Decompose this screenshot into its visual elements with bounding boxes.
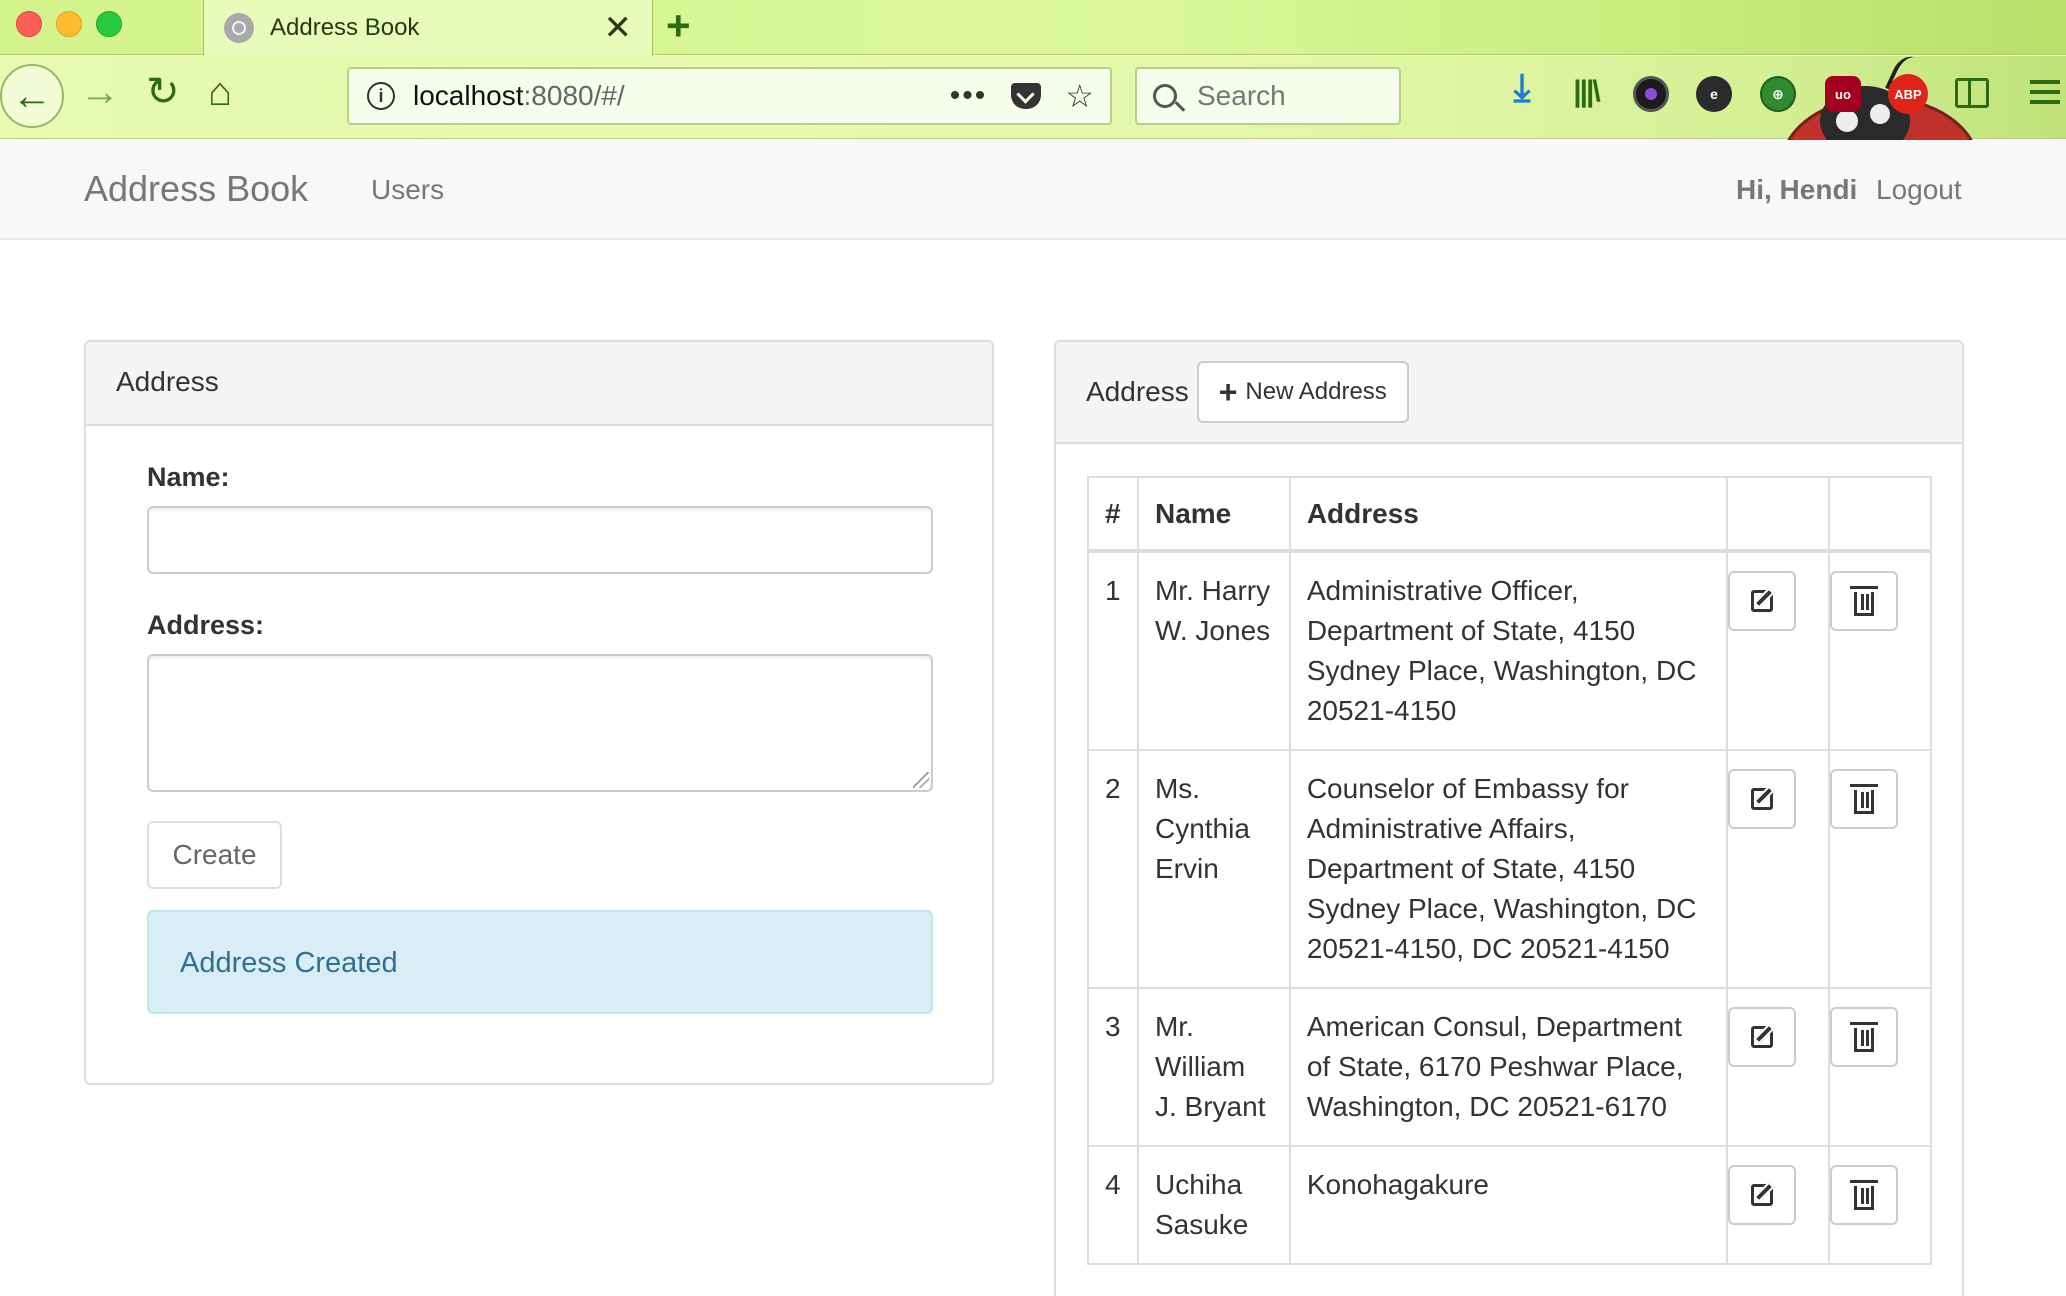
column-header-name: Name [1136, 476, 1291, 553]
tab-close-icon[interactable]: ✕ [604, 11, 633, 45]
search-icon [1153, 84, 1177, 108]
row-address: Administrative Officer, Department of St… [1288, 550, 1729, 751]
edit-icon [1751, 1184, 1774, 1206]
address-label: Address: [147, 610, 265, 640]
download-icon[interactable]: ⤓ [1504, 67, 1540, 109]
table-row: 4 Uchiha Sasuke Konohagakure [1087, 1145, 1932, 1265]
adblock-plus-icon[interactable]: ABP [1888, 74, 1928, 114]
back-arrow-icon[interactable]: ← [0, 64, 64, 128]
resize-grip-icon[interactable] [913, 772, 929, 788]
list-panel-heading: Address + New Address [1056, 342, 1962, 444]
edit-button[interactable] [1728, 571, 1797, 631]
delete-button[interactable] [1830, 1165, 1899, 1225]
browser-search-field[interactable]: Search [1135, 67, 1401, 125]
row-number: 4 [1087, 1145, 1139, 1265]
address-list-panel: Address + New Address # Name Address 1 M… [1054, 340, 1964, 1296]
table-header-row: # Name Address [1087, 476, 1932, 553]
table-row: 3 Mr. William J. Bryant American Consul,… [1087, 987, 1932, 1147]
extension-eye-icon[interactable] [1633, 76, 1669, 112]
edit-button[interactable] [1728, 1007, 1797, 1067]
logout-link[interactable]: Logout [1876, 174, 1962, 206]
search-placeholder: Search [1197, 80, 1286, 111]
row-name: Uchiha Sasuke [1136, 1145, 1291, 1265]
url-text[interactable]: localhost:8080/#/ [413, 80, 950, 112]
new-tab-button[interactable]: + [666, 2, 691, 50]
address-bar[interactable]: i localhost:8080/#/ ••• ☆ [347, 67, 1112, 125]
edit-icon [1751, 788, 1774, 810]
column-header-delete [1828, 476, 1932, 553]
edit-icon [1751, 1026, 1774, 1048]
browser-tab[interactable]: Address Book ✕ [203, 0, 653, 56]
address-form-panel: Address Name: Address: Create Address Cr… [84, 340, 994, 1085]
page-actions-more-icon[interactable]: ••• [950, 79, 988, 113]
ublock-icon[interactable]: uo [1825, 76, 1861, 112]
pocket-icon[interactable] [1011, 83, 1042, 109]
browser-tab-bar: Address Book ✕ + [0, 0, 2066, 56]
column-header-number: # [1087, 476, 1139, 553]
delete-button[interactable] [1830, 571, 1899, 631]
globe-extension-icon[interactable]: ⊕ [1760, 76, 1796, 112]
app-brand-link[interactable]: Address Book [84, 168, 308, 210]
sidebar-toggle-icon[interactable] [1955, 78, 1989, 108]
row-address: American Consul, Department of State, 61… [1288, 987, 1729, 1147]
trash-icon [1850, 586, 1879, 616]
name-label: Name: [147, 462, 230, 492]
evernote-icon[interactable]: e [1696, 76, 1732, 112]
new-address-label: New Address [1245, 378, 1387, 405]
row-address: Counselor of Embassy for Administrative … [1288, 749, 1729, 989]
create-button[interactable]: Create [147, 821, 282, 889]
success-alert: Address Created [147, 910, 933, 1014]
row-address: Konohagakure [1288, 1145, 1729, 1265]
nav-users-link[interactable]: Users [371, 174, 444, 206]
edit-button[interactable] [1728, 769, 1797, 829]
tab-title: Address Book [270, 14, 420, 41]
delete-button[interactable] [1830, 769, 1899, 829]
column-header-edit [1726, 476, 1831, 553]
row-name: Mr. William J. Bryant [1136, 987, 1291, 1147]
browser-toolbar: ← → ↻ ⌂ i localhost:8080/#/ ••• ☆ Search… [0, 56, 2066, 195]
window-close-button[interactable] [16, 11, 42, 37]
row-name: Ms. Cynthia Ervin [1136, 749, 1291, 989]
home-icon[interactable]: ⌂ [208, 72, 232, 112]
app-navbar: Address Book Users Hi, Hendi Logout [0, 140, 2066, 240]
library-icon[interactable]: |||\ [1568, 74, 1604, 110]
table-row: 1 Mr. Harry W. Jones Administrative Offi… [1087, 550, 1932, 751]
edit-button[interactable] [1728, 1165, 1797, 1225]
hamburger-menu-icon[interactable] [2030, 80, 2060, 106]
window-minimize-button[interactable] [56, 11, 82, 37]
column-header-address: Address [1288, 476, 1729, 553]
trash-icon [1850, 784, 1879, 814]
address-textarea[interactable] [147, 654, 933, 792]
reload-icon[interactable]: ↻ [146, 72, 180, 112]
name-input[interactable] [147, 506, 933, 574]
form-panel-title: Address [86, 342, 992, 426]
new-address-button[interactable]: + New Address [1196, 361, 1409, 423]
row-name: Mr. Harry W. Jones [1136, 550, 1291, 751]
user-greeting: Hi, Hendi [1736, 174, 1858, 205]
row-number: 3 [1087, 987, 1139, 1147]
window-zoom-button[interactable] [96, 11, 122, 37]
list-panel-title: Address [1086, 376, 1189, 407]
forward-arrow-icon[interactable]: → [80, 72, 120, 112]
row-number: 2 [1087, 749, 1139, 989]
site-info-icon[interactable]: i [367, 82, 395, 110]
trash-icon [1850, 1022, 1879, 1052]
tab-favicon-icon [224, 13, 254, 43]
table-row: 2 Ms. Cynthia Ervin Counselor of Embassy… [1087, 749, 1932, 989]
edit-icon [1751, 590, 1774, 612]
bookmark-star-icon[interactable]: ☆ [1065, 77, 1094, 115]
delete-button[interactable] [1830, 1007, 1899, 1067]
row-number: 1 [1087, 550, 1139, 751]
trash-icon [1850, 1180, 1879, 1210]
plus-icon: + [1218, 374, 1238, 410]
address-table: # Name Address 1 Mr. Harry W. Jones Admi… [1087, 476, 1932, 1265]
